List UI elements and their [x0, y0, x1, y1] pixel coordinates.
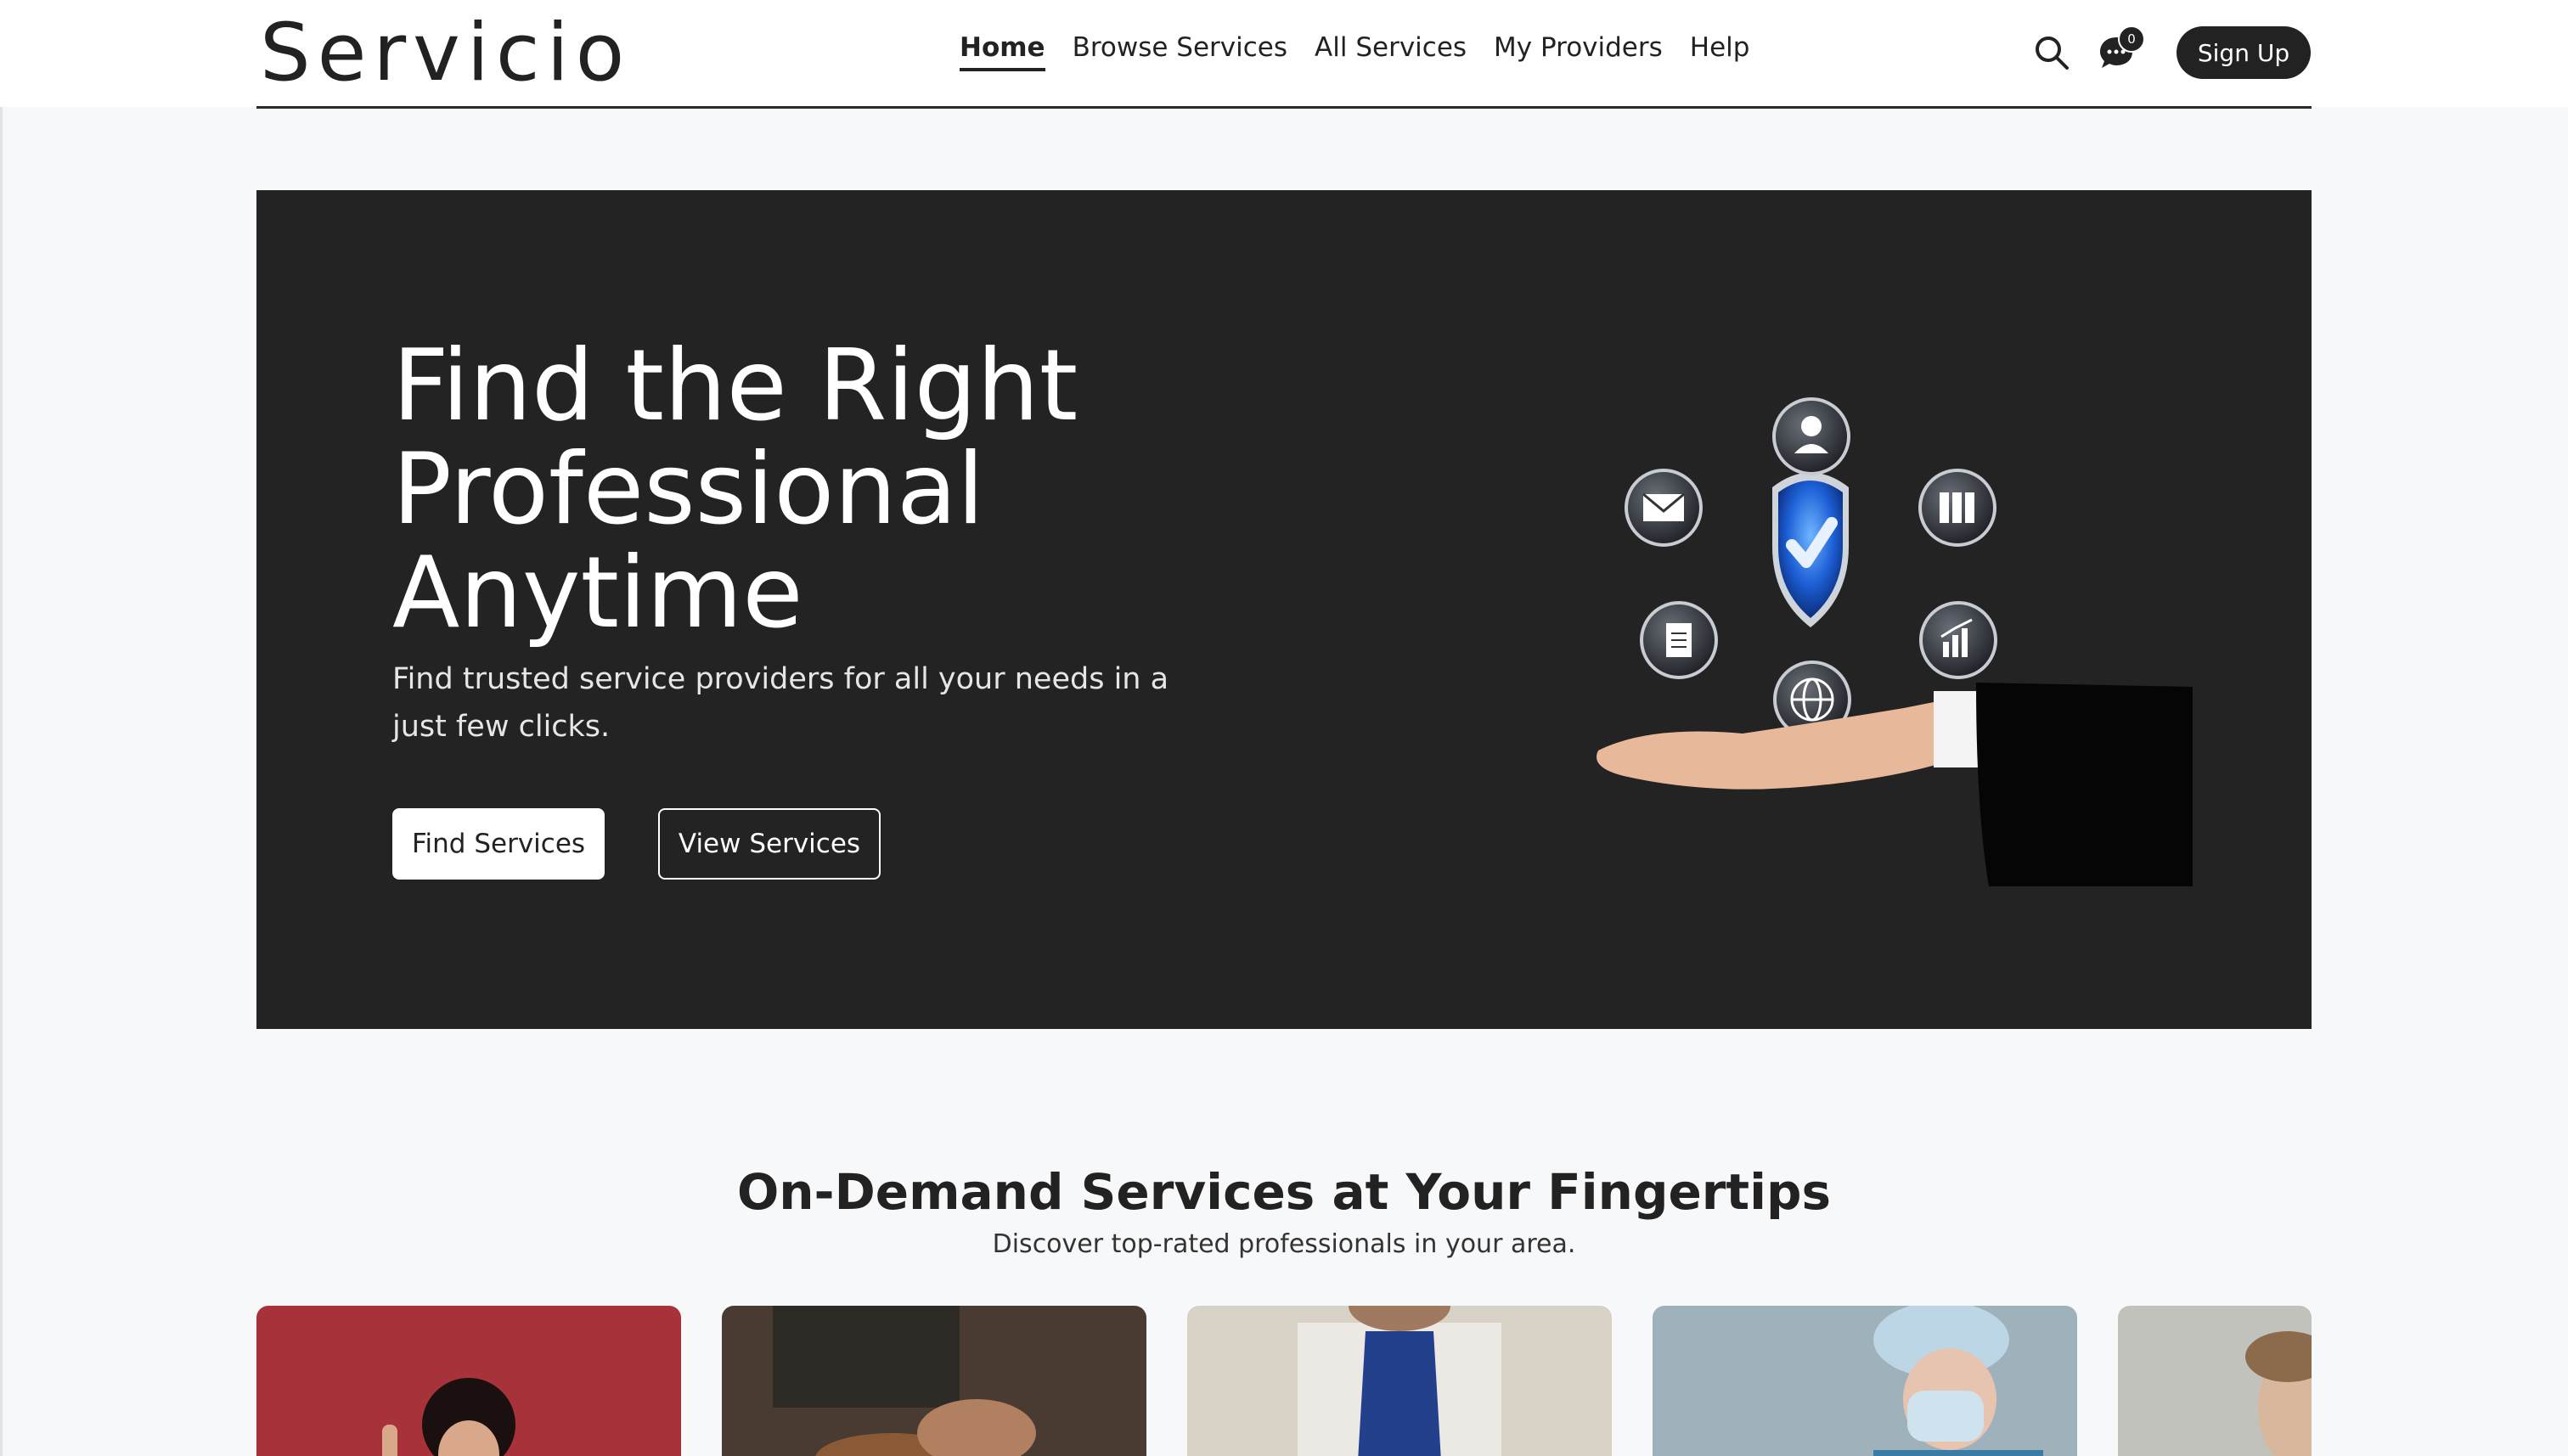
find-services-button[interactable]: Find Services — [392, 808, 605, 880]
chat-badge-count: 0 — [2118, 25, 2145, 53]
doctor-photo — [2245, 1331, 2312, 1456]
service-card[interactable] — [1187, 1306, 1612, 1456]
service-card[interactable] — [722, 1306, 1146, 1456]
hero-title-line3: Anytime — [392, 536, 803, 650]
nav-all-services[interactable]: All Services — [1315, 32, 1467, 68]
apron-chef-photo — [1298, 1306, 1501, 1456]
hero-title-line2: Professional — [392, 432, 985, 547]
nav-help[interactable]: Help — [1690, 32, 1750, 68]
bar-chart-icon — [1919, 601, 1997, 679]
site-logo[interactable]: Servicio — [260, 7, 631, 99]
section-subtitle: Discover top-rated professionals in your… — [992, 1229, 1576, 1259]
service-card[interactable] — [256, 1306, 681, 1456]
header-divider — [256, 106, 2312, 109]
folders-icon — [1918, 469, 1996, 547]
main-nav: Home Browse Services All Services My Pro… — [960, 32, 1750, 71]
hero-banner: Find the Right Professional Anytime Find… — [256, 190, 2312, 1029]
nav-my-providers[interactable]: My Providers — [1494, 32, 1663, 68]
service-cards-row — [256, 1306, 2312, 1456]
service-card[interactable] — [2118, 1306, 2312, 1456]
nav-home[interactable]: Home — [960, 32, 1045, 71]
service-card[interactable] — [1653, 1306, 2077, 1456]
site-header: Servicio Home Browse Services All Servic… — [0, 0, 2568, 107]
person-thumbs-up-photo — [382, 1378, 515, 1456]
hero-subtitle: Find trusted service providers for all y… — [392, 662, 1169, 744]
hero-illustration — [1597, 397, 2193, 886]
view-services-button[interactable]: View Services — [658, 808, 881, 880]
signup-button[interactable]: Sign Up — [2177, 26, 2311, 79]
hero-title: Find the Right Professional Anytime — [392, 334, 1242, 645]
open-hand-icon — [1597, 683, 2193, 886]
woodworking-photo — [773, 1306, 1036, 1456]
shield-check-icon — [1772, 472, 1849, 627]
nav-browse-services[interactable]: Browse Services — [1073, 32, 1287, 68]
person-icon — [1772, 397, 1850, 475]
clipboard-icon — [1640, 601, 1718, 679]
surgeon-photo — [1873, 1306, 2043, 1456]
section-title: On-Demand Services at Your Fingertips — [736, 1163, 1832, 1221]
search-icon[interactable] — [2033, 34, 2070, 71]
hero-title-line1: Find the Right — [392, 329, 1078, 443]
envelope-icon — [1625, 469, 1703, 547]
